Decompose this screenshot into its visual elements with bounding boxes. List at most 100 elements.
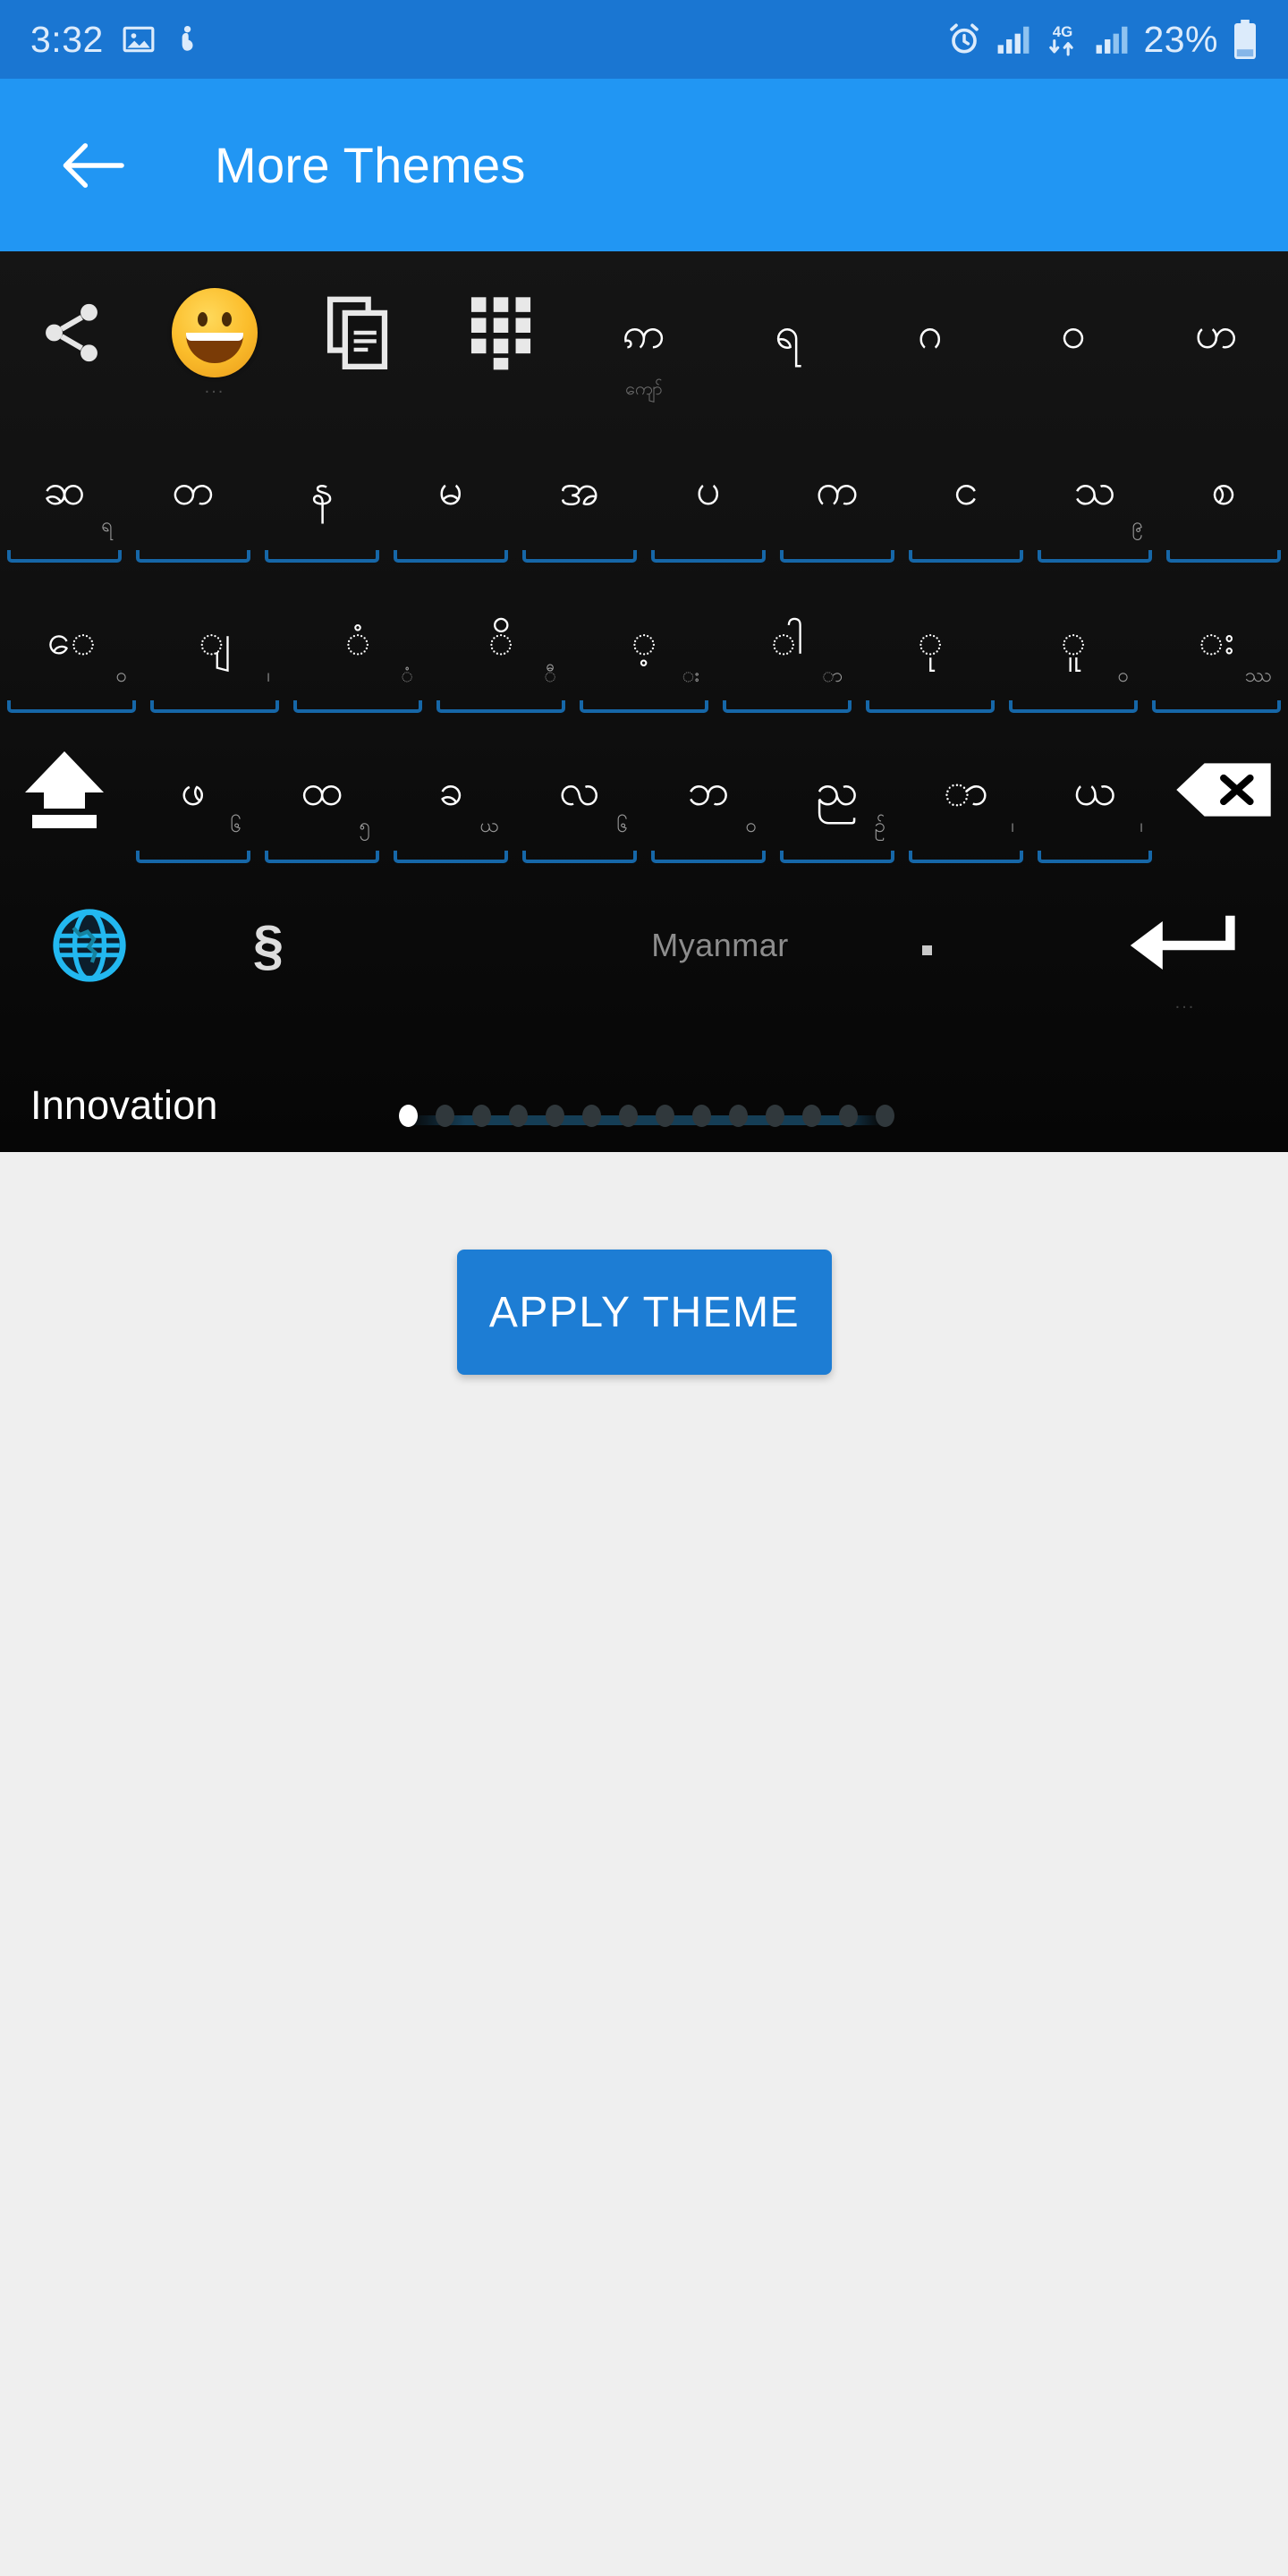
page-title: More Themes xyxy=(215,137,526,193)
page-dot[interactable] xyxy=(546,1105,564,1127)
key-hsa-hint: ရ xyxy=(101,514,113,537)
page-dot[interactable] xyxy=(729,1105,748,1127)
backspace-icon xyxy=(1176,763,1271,817)
page-dot[interactable] xyxy=(509,1105,528,1127)
key-ka2[interactable]: က xyxy=(773,414,902,564)
clipboard-icon xyxy=(326,296,388,369)
keyboard-row-top: ... ဢ ကျော် ရ ဂ ဝ ဟ xyxy=(0,251,1288,414)
key-wa-label: ဝ xyxy=(1061,307,1086,359)
page-dot[interactable] xyxy=(839,1105,858,1127)
back-arrow-icon xyxy=(63,142,124,188)
key-underline xyxy=(293,700,422,713)
key-vowel-ya[interactable]: ျ၊ xyxy=(143,564,286,715)
share-key[interactable] xyxy=(0,251,143,414)
signal-bars-2-icon xyxy=(1095,24,1129,55)
page-dot[interactable] xyxy=(656,1105,674,1127)
key-visarga[interactable]: းဿ xyxy=(1145,564,1288,715)
key-anusvara-hint: ံ xyxy=(401,665,413,687)
page-dot[interactable] xyxy=(399,1105,418,1127)
key-vowel-aa-label: ါ xyxy=(770,615,804,664)
apply-theme-button[interactable]: APPLY THEME xyxy=(457,1250,832,1375)
backspace-key[interactable] xyxy=(1159,715,1288,865)
key-vowel-aa[interactable]: ါာ xyxy=(716,564,859,715)
status-bar-right: 4G 23% xyxy=(946,19,1258,61)
key-nya-hint: ဉ် xyxy=(874,815,886,837)
space-dot-indicator xyxy=(922,945,932,955)
key-pa[interactable]: ပ xyxy=(644,414,773,564)
key-wa[interactable]: ဝ xyxy=(1002,251,1145,414)
share-icon xyxy=(46,303,97,362)
page-indicator[interactable] xyxy=(399,1105,894,1127)
key-hta[interactable]: ထ၅ xyxy=(258,715,386,865)
key-tha2-hint: ၉ xyxy=(1131,514,1143,537)
page-dot[interactable] xyxy=(766,1105,784,1127)
page-dot[interactable] xyxy=(619,1105,638,1127)
back-button[interactable] xyxy=(55,128,131,203)
alarm-icon xyxy=(946,21,982,57)
page-dot[interactable] xyxy=(472,1105,491,1127)
key-nya[interactable]: ညဉ် xyxy=(773,715,902,865)
key-na2[interactable]: န xyxy=(258,414,386,564)
status-clock: 3:32 xyxy=(30,18,104,60)
content-area: APPLY THEME xyxy=(0,1152,1288,2576)
page-dot[interactable] xyxy=(876,1105,894,1127)
key-underline xyxy=(1009,700,1138,713)
key-ma[interactable]: မ xyxy=(386,414,515,564)
shift-key[interactable] xyxy=(0,715,129,865)
clipboard-key[interactable] xyxy=(286,251,429,414)
key-underline xyxy=(1152,700,1281,713)
key-visarga-hint: ဿ xyxy=(1244,665,1272,687)
key-nga[interactable]: င xyxy=(902,414,1030,564)
key-underline xyxy=(150,700,279,713)
space-key[interactable]: Myanmar xyxy=(358,865,1082,1026)
enter-key[interactable]: ... xyxy=(1082,865,1288,1026)
key-kha[interactable]: ခယ xyxy=(386,715,515,865)
key-visarga-label: း xyxy=(1198,615,1235,664)
key-na-label: ဂ xyxy=(918,307,943,359)
key-la[interactable]: လ၆ xyxy=(515,715,644,865)
key-vowel-uu[interactable]: ူ၀ xyxy=(1002,564,1145,715)
emoji-key[interactable]: ... xyxy=(143,251,286,414)
key-hsa[interactable]: ဆရ xyxy=(0,414,129,564)
key-ta[interactable]: တ xyxy=(129,414,258,564)
enter-icon xyxy=(1130,915,1235,970)
key-vowel-i[interactable]: ိီ xyxy=(429,564,572,715)
page-dot[interactable] xyxy=(436,1105,454,1127)
symbols-key[interactable]: § xyxy=(179,865,358,1026)
key-vowel-u[interactable]: ု xyxy=(859,564,1002,715)
key-ba[interactable]: ဘ၀ xyxy=(644,715,773,865)
key-tha2[interactable]: သ၉ xyxy=(1030,414,1159,564)
key-a[interactable]: အ xyxy=(515,414,644,564)
key-underline xyxy=(909,851,1023,863)
numpad-key[interactable] xyxy=(429,251,572,414)
key-pha[interactable]: ဖ၆ xyxy=(129,715,258,865)
keyboard-row-third: ေ၀ ျ၊ ံံ ိီ ့း ါာ ု ူ၀ းဿ xyxy=(0,564,1288,715)
keyboard-preview: ... ဢ ကျော် ရ ဂ ဝ ဟ ဆ ရ တ န မ အ ပ က င သ … xyxy=(0,251,1288,1152)
key-anusvara[interactable]: ံံ xyxy=(286,564,429,715)
enter-key-hint: ... xyxy=(1174,993,1196,1013)
key-pha-hint: ၆ xyxy=(230,815,242,837)
key-ka-label: ဢ xyxy=(623,307,665,359)
key-sa[interactable]: စ xyxy=(1159,414,1288,564)
key-underline xyxy=(394,851,508,863)
key-vowel-e[interactable]: ေ၀ xyxy=(0,564,143,715)
key-underline xyxy=(780,851,894,863)
page-dot[interactable] xyxy=(802,1105,821,1127)
key-na[interactable]: ဂ xyxy=(859,251,1002,414)
key-wa2[interactable]: ယ၊ xyxy=(1030,715,1159,865)
keyboard: ... ဢ ကျော် ရ ဂ ဝ ဟ ဆ ရ တ န မ အ ပ က င သ … xyxy=(0,251,1288,1152)
key-ma-label: မ xyxy=(438,463,463,515)
key-ya[interactable]: ရ xyxy=(716,251,859,414)
key-underline xyxy=(136,550,250,563)
4g-data-icon: 4G xyxy=(1045,21,1080,57)
page-dot[interactable] xyxy=(692,1105,711,1127)
key-ka[interactable]: ဢ ကျော် xyxy=(572,251,716,414)
keyboard-row-fourth: ဖ၆ ထ၅ ခယ လ၆ ဘ၀ ညဉ် ာ၊ ယ၊ xyxy=(0,715,1288,865)
key-da[interactable]: ာ၊ xyxy=(902,715,1030,865)
key-tha[interactable]: ဟ xyxy=(1145,251,1288,414)
key-nga-label: င xyxy=(953,463,979,515)
key-dot-below[interactable]: ့း xyxy=(572,564,716,715)
language-globe-key[interactable] xyxy=(0,865,179,1026)
key-na2-label: န xyxy=(310,463,334,515)
page-dot[interactable] xyxy=(582,1105,601,1127)
